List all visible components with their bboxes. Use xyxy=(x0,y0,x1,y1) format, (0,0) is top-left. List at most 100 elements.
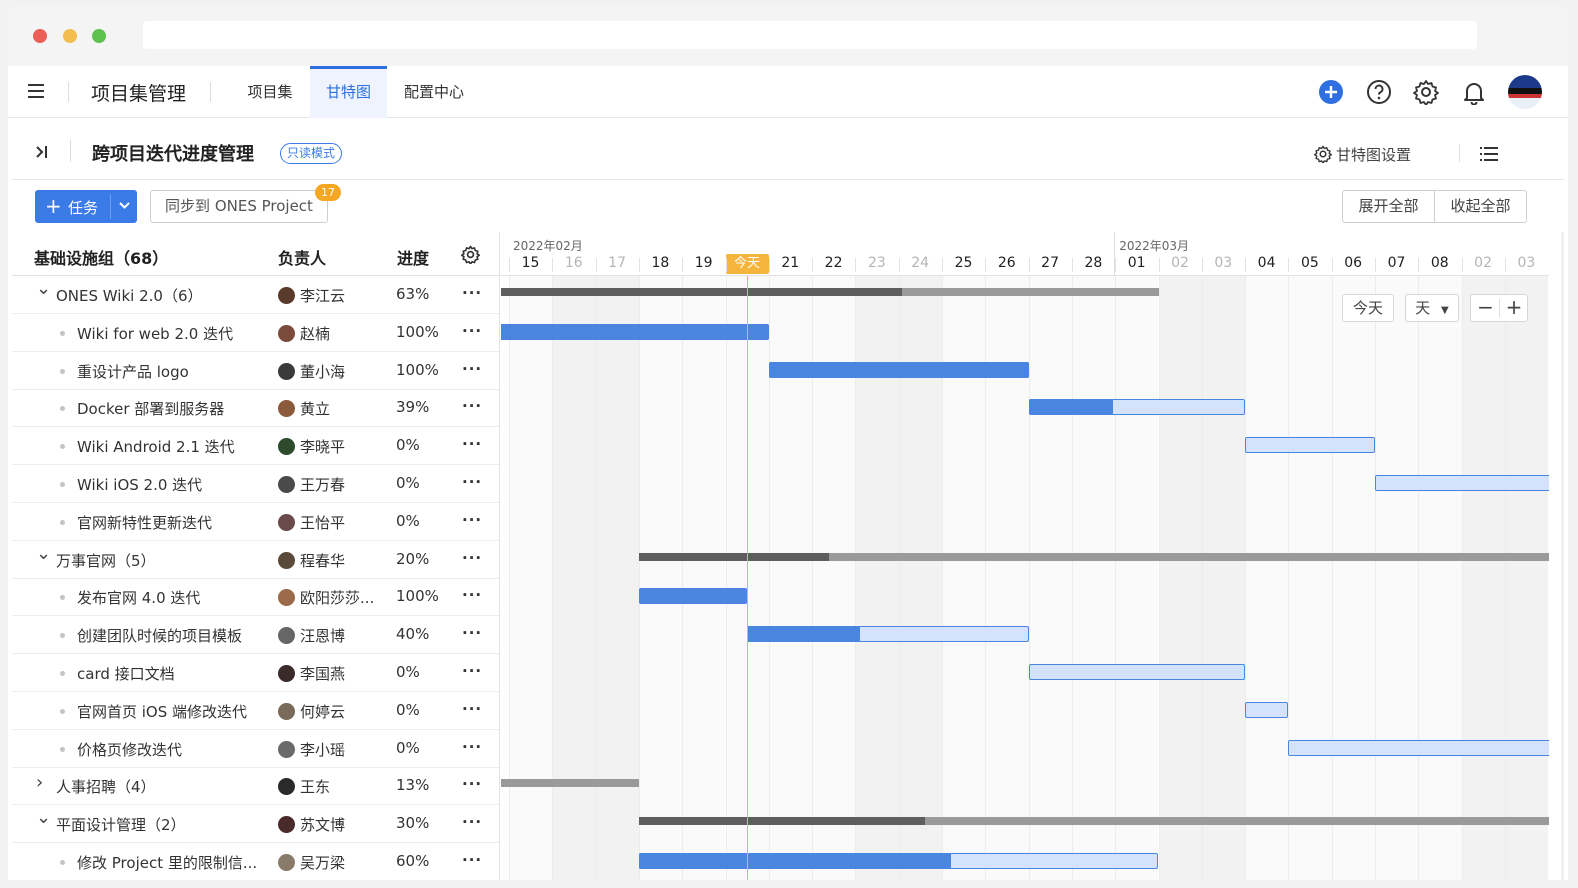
notification-bell-icon[interactable] xyxy=(1461,79,1487,105)
bullet-icon xyxy=(60,595,65,601)
more-icon[interactable]: ··· xyxy=(462,473,482,491)
day-label: 02 xyxy=(1171,255,1189,271)
chevron-down-icon[interactable]: ⌄ xyxy=(36,543,51,564)
task-name: 重设计产品 logo xyxy=(77,362,189,381)
task-bar[interactable] xyxy=(1245,437,1375,454)
add-icon[interactable] xyxy=(1318,79,1344,105)
table-row[interactable]: 发布官网 4.0 迭代 欧阳莎莎... 100% ··· xyxy=(12,578,499,617)
add-task-button[interactable]: + 任务 xyxy=(35,190,137,223)
avatar xyxy=(278,476,295,493)
more-icon[interactable]: ··· xyxy=(462,738,482,756)
more-icon[interactable]: ··· xyxy=(462,624,482,642)
zoom-in-icon[interactable]: + xyxy=(1500,295,1528,321)
task-bar[interactable] xyxy=(1288,739,1549,756)
group-row[interactable]: ⌄ ONES Wiki 2.0（6） 李江云 63% ··· xyxy=(12,276,499,314)
table-row[interactable]: Wiki Android 2.1 迭代 李晓平 0% ··· xyxy=(12,427,499,466)
user-avatar[interactable] xyxy=(1508,75,1542,109)
more-icon[interactable]: ··· xyxy=(462,511,482,529)
help-icon[interactable] xyxy=(1366,79,1392,105)
table-row[interactable]: Docker 部署到服务器 黄立 39% ··· xyxy=(12,389,499,428)
owner-name: 欧阳莎莎... xyxy=(300,589,375,608)
avatar xyxy=(278,551,295,569)
day-label: 27 xyxy=(1041,255,1059,271)
tick xyxy=(682,258,684,272)
settings-gear-icon[interactable] xyxy=(1413,79,1439,105)
more-icon[interactable]: ··· xyxy=(462,775,482,793)
table-row[interactable]: 官网首页 iOS 端修改迭代 何婷云 0% ··· xyxy=(12,692,499,730)
table-row[interactable]: 修改 Project 里的限制信... 吴万梁 60% ··· xyxy=(12,843,499,880)
table-row[interactable]: 官网新特性更新迭代 王怡平 0% ··· xyxy=(12,503,499,541)
more-icon[interactable]: ··· xyxy=(462,549,482,567)
minimize-dot-icon[interactable] xyxy=(63,29,77,43)
more-icon[interactable]: ··· xyxy=(462,813,482,831)
group-row[interactable]: ⌄ 万事官网（5） 程春华 20% ··· xyxy=(12,541,499,579)
tab-gantt[interactable]: 甘特图 xyxy=(310,66,387,118)
more-icon[interactable]: ··· xyxy=(462,360,482,378)
day-label: 05 xyxy=(1300,255,1319,271)
zoom-out-icon[interactable]: − xyxy=(1471,295,1500,321)
tick xyxy=(898,258,900,272)
day-label: 02 xyxy=(1474,255,1492,271)
bullet-icon xyxy=(60,519,65,525)
tick xyxy=(1418,258,1420,272)
tick xyxy=(855,258,857,272)
more-icon[interactable]: ··· xyxy=(462,435,482,453)
menu-icon[interactable] xyxy=(28,84,44,98)
group-row[interactable]: ⌄ 平面设计管理（2） 苏文博 30% ··· xyxy=(12,805,499,844)
task-bar[interactable] xyxy=(1028,664,1246,680)
task-name: 修改 Project 里的限制信... xyxy=(77,854,258,872)
sync-ones-project-button[interactable]: 同步到 ONES Project xyxy=(150,190,328,223)
column-settings-icon[interactable] xyxy=(461,245,480,264)
more-icon[interactable]: ··· xyxy=(462,322,482,340)
day-label: 18 xyxy=(651,255,670,271)
tick xyxy=(725,258,727,272)
task-bar[interactable] xyxy=(1375,475,1549,491)
tab-project-set[interactable]: 项目集 xyxy=(234,66,306,118)
more-icon[interactable]: ··· xyxy=(462,662,482,680)
zoom-unit-select[interactable]: 天 ▼ xyxy=(1405,294,1459,322)
gantt-settings-icon[interactable] xyxy=(1314,145,1332,163)
more-icon[interactable]: ··· xyxy=(462,700,482,718)
chevron-right-icon[interactable]: › xyxy=(36,772,43,793)
list-view-icon[interactable] xyxy=(1480,146,1498,162)
avatar xyxy=(278,702,295,720)
more-icon[interactable]: ··· xyxy=(462,284,482,302)
avatar xyxy=(278,589,295,607)
task-bar[interactable] xyxy=(1245,701,1289,718)
gantt-settings-button[interactable]: 甘特图设置 xyxy=(1336,144,1411,165)
group-row[interactable]: › 人事招聘（4） 王东 13% ··· xyxy=(12,767,499,806)
tick xyxy=(1071,258,1073,272)
tick xyxy=(768,258,770,272)
avatar xyxy=(278,324,295,342)
chevron-down-icon[interactable] xyxy=(119,202,130,210)
table-row[interactable]: 价格页修改迭代 李小瑶 0% ··· xyxy=(12,730,499,768)
chevron-down-icon[interactable]: ⌄ xyxy=(36,278,51,299)
chevron-down-icon[interactable]: ⌄ xyxy=(36,807,51,828)
window-titlebar xyxy=(8,6,1568,66)
collapse-all-button[interactable]: 收起全部 xyxy=(1434,190,1527,223)
table-row[interactable]: 重设计产品 logo 董小海 100% ··· xyxy=(12,352,499,390)
owner-name: 李国燕 xyxy=(300,665,346,683)
maximize-dot-icon[interactable] xyxy=(92,29,106,43)
address-bar[interactable] xyxy=(143,21,1477,49)
day-label: 26 xyxy=(997,255,1016,271)
progress-value: 0% xyxy=(396,474,420,492)
tab-config-center[interactable]: 配置中心 xyxy=(393,66,475,118)
more-icon[interactable]: ··· xyxy=(462,851,482,869)
more-icon[interactable]: ··· xyxy=(462,397,482,415)
summary-bar[interactable] xyxy=(501,779,639,788)
table-row[interactable]: 创建团队时候的项目模板 汪恩博 40% ··· xyxy=(12,616,499,655)
close-dot-icon[interactable] xyxy=(33,29,47,43)
month-label: 2022年02月 xyxy=(513,239,583,253)
month-divider xyxy=(1114,232,1116,276)
table-row[interactable]: Wiki for web 2.0 迭代 赵楠 100% ··· xyxy=(12,314,499,352)
day-label: 16 xyxy=(564,255,583,271)
table-row[interactable]: card 接口文档 李国燕 0% ··· xyxy=(12,654,499,692)
goto-today-button[interactable]: 今天 xyxy=(1342,294,1394,322)
expand-sidebar-icon[interactable] xyxy=(34,144,50,160)
task-bar-progress xyxy=(768,361,1029,378)
vertical-scrollbar[interactable] xyxy=(1561,232,1564,880)
table-row[interactable]: Wiki iOS 2.0 迭代 王万春 0% ··· xyxy=(12,465,499,503)
more-icon[interactable]: ··· xyxy=(462,586,482,604)
expand-all-button[interactable]: 展开全部 xyxy=(1342,190,1435,223)
